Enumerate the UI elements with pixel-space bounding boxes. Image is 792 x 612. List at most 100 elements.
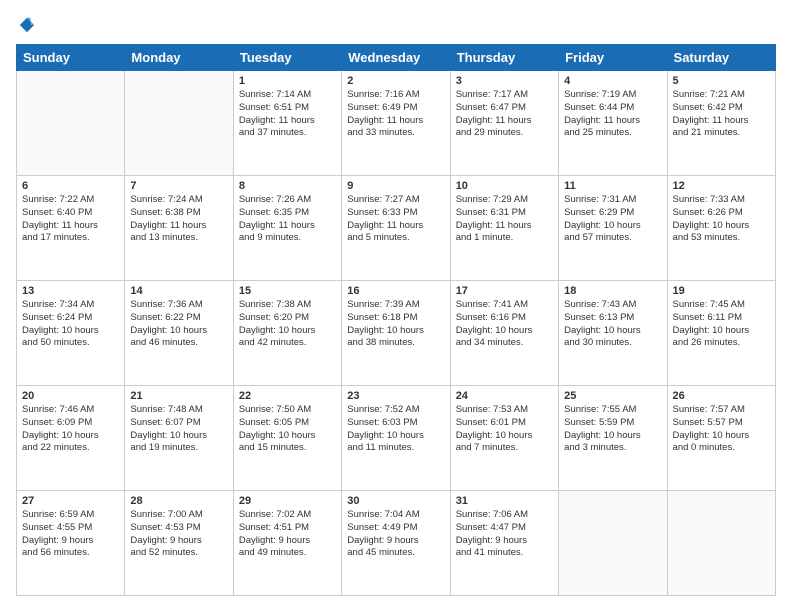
- day-number: 9: [347, 180, 444, 192]
- day-number: 26: [673, 390, 770, 402]
- weekday-header-saturday: Saturday: [667, 45, 775, 71]
- day-info: Sunrise: 7:34 AM Sunset: 6:24 PM Dayligh…: [22, 299, 119, 350]
- calendar-cell: 28 Sunrise: 7:00 AM Sunset: 4:53 PM Dayli…: [125, 491, 233, 596]
- day-info: Sunrise: 7:45 AM Sunset: 6:11 PM Dayligh…: [673, 299, 770, 350]
- calendar-cell: 18 Sunrise: 7:43 AM Sunset: 6:13 PM Dayli…: [559, 281, 667, 386]
- day-number: 14: [130, 285, 227, 297]
- day-info: Sunrise: 7:31 AM Sunset: 6:29 PM Dayligh…: [564, 194, 661, 245]
- day-number: 1: [239, 75, 336, 87]
- calendar-cell: 23Sunrise: 7:52 AM Sunset: 6:03 PM Dayli…: [342, 386, 450, 491]
- day-number: 19: [673, 285, 770, 297]
- day-number: 13: [22, 285, 119, 297]
- day-info: Sunrise: 6:59 AM Sunset: 4:55 PM Dayligh…: [22, 509, 119, 560]
- calendar-cell: [125, 71, 233, 176]
- day-number: 27: [22, 495, 119, 507]
- calendar-cell: 20 Sunrise: 7:46 AM Sunset: 6:09 PM Dayli…: [17, 386, 125, 491]
- calendar-week-3: 13 Sunrise: 7:34 AM Sunset: 6:24 PM Dayli…: [17, 281, 776, 386]
- day-info: Sunrise: 7:38 AM Sunset: 6:20 PM Dayligh…: [239, 299, 336, 350]
- day-info: Sunrise: 7:14 AM Sunset: 6:51 PM Dayligh…: [239, 89, 336, 140]
- day-info: Sunrise: 7:43 AM Sunset: 6:13 PM Dayligh…: [564, 299, 661, 350]
- day-info: Sunrise: 7:46 AM Sunset: 6:09 PM Dayligh…: [22, 404, 119, 455]
- weekday-header-tuesday: Tuesday: [233, 45, 341, 71]
- day-number: 25: [564, 390, 661, 402]
- calendar-cell: 7 Sunrise: 7:24 AM Sunset: 6:38 PM Daylig…: [125, 176, 233, 281]
- day-number: 29: [239, 495, 336, 507]
- day-info: Sunrise: 7:24 AM Sunset: 6:38 PM Dayligh…: [130, 194, 227, 245]
- calendar-cell: 26 Sunrise: 7:57 AM Sunset: 5:57 PM Dayli…: [667, 386, 775, 491]
- calendar-cell: 13 Sunrise: 7:34 AM Sunset: 6:24 PM Dayli…: [17, 281, 125, 386]
- calendar-cell: 4 Sunrise: 7:19 AM Sunset: 6:44 PM Daylig…: [559, 71, 667, 176]
- calendar-week-2: 6Sunrise: 7:22 AM Sunset: 6:40 PM Daylig…: [17, 176, 776, 281]
- day-info: Sunrise: 7:55 AM Sunset: 5:59 PM Dayligh…: [564, 404, 661, 455]
- day-info: Sunrise: 7:06 AM Sunset: 4:47 PM Dayligh…: [456, 509, 553, 560]
- calendar-cell: 24 Sunrise: 7:53 AM Sunset: 6:01 PM Dayli…: [450, 386, 558, 491]
- calendar-cell: [559, 491, 667, 596]
- day-info: Sunrise: 7:16 AM Sunset: 6:49 PM Dayligh…: [347, 89, 444, 140]
- day-number: 15: [239, 285, 336, 297]
- day-info: Sunrise: 7:22 AM Sunset: 6:40 PM Dayligh…: [22, 194, 119, 245]
- weekday-header-monday: Monday: [125, 45, 233, 71]
- calendar-cell: 31 Sunrise: 7:06 AM Sunset: 4:47 PM Dayli…: [450, 491, 558, 596]
- day-number: 17: [456, 285, 553, 297]
- weekday-header-wednesday: Wednesday: [342, 45, 450, 71]
- day-info: Sunrise: 7:33 AM Sunset: 6:26 PM Dayligh…: [673, 194, 770, 245]
- day-number: 10: [456, 180, 553, 192]
- calendar-cell: 8Sunrise: 7:26 AM Sunset: 6:35 PM Daylig…: [233, 176, 341, 281]
- day-number: 11: [564, 180, 661, 192]
- calendar-cell: 14Sunrise: 7:36 AM Sunset: 6:22 PM Dayli…: [125, 281, 233, 386]
- day-number: 31: [456, 495, 553, 507]
- calendar-cell: 30 Sunrise: 7:04 AM Sunset: 4:49 PM Dayli…: [342, 491, 450, 596]
- day-number: 4: [564, 75, 661, 87]
- day-number: 18: [564, 285, 661, 297]
- calendar-week-5: 27 Sunrise: 6:59 AM Sunset: 4:55 PM Dayli…: [17, 491, 776, 596]
- weekday-header-friday: Friday: [559, 45, 667, 71]
- day-number: 22: [239, 390, 336, 402]
- page-header: [16, 16, 776, 34]
- calendar-week-1: 1 Sunrise: 7:14 AM Sunset: 6:51 PM Daylig…: [17, 71, 776, 176]
- day-info: Sunrise: 7:26 AM Sunset: 6:35 PM Dayligh…: [239, 194, 336, 245]
- day-info: Sunrise: 7:19 AM Sunset: 6:44 PM Dayligh…: [564, 89, 661, 140]
- day-number: 3: [456, 75, 553, 87]
- day-info: Sunrise: 7:00 AM Sunset: 4:53 PM Dayligh…: [130, 509, 227, 560]
- calendar-cell: 22 Sunrise: 7:50 AM Sunset: 6:05 PM Dayli…: [233, 386, 341, 491]
- day-info: Sunrise: 7:02 AM Sunset: 4:51 PM Dayligh…: [239, 509, 336, 560]
- day-number: 20: [22, 390, 119, 402]
- day-info: Sunrise: 7:53 AM Sunset: 6:01 PM Dayligh…: [456, 404, 553, 455]
- calendar-cell: 15 Sunrise: 7:38 AM Sunset: 6:20 PM Dayli…: [233, 281, 341, 386]
- calendar-cell: [667, 491, 775, 596]
- calendar-cell: 5 Sunrise: 7:21 AM Sunset: 6:42 PM Daylig…: [667, 71, 775, 176]
- day-number: 7: [130, 180, 227, 192]
- calendar-cell: 9 Sunrise: 7:27 AM Sunset: 6:33 PM Daylig…: [342, 176, 450, 281]
- day-info: Sunrise: 7:50 AM Sunset: 6:05 PM Dayligh…: [239, 404, 336, 455]
- day-number: 24: [456, 390, 553, 402]
- day-number: 30: [347, 495, 444, 507]
- day-info: Sunrise: 7:48 AM Sunset: 6:07 PM Dayligh…: [130, 404, 227, 455]
- calendar-week-4: 20 Sunrise: 7:46 AM Sunset: 6:09 PM Dayli…: [17, 386, 776, 491]
- day-info: Sunrise: 7:04 AM Sunset: 4:49 PM Dayligh…: [347, 509, 444, 560]
- calendar-header-row: SundayMondayTuesdayWednesdayThursdayFrid…: [17, 45, 776, 71]
- day-number: 28: [130, 495, 227, 507]
- day-info: Sunrise: 7:17 AM Sunset: 6:47 PM Dayligh…: [456, 89, 553, 140]
- calendar-cell: 19 Sunrise: 7:45 AM Sunset: 6:11 PM Dayli…: [667, 281, 775, 386]
- calendar-cell: 17 Sunrise: 7:41 AM Sunset: 6:16 PM Dayli…: [450, 281, 558, 386]
- weekday-header-sunday: Sunday: [17, 45, 125, 71]
- calendar-cell: [17, 71, 125, 176]
- day-info: Sunrise: 7:21 AM Sunset: 6:42 PM Dayligh…: [673, 89, 770, 140]
- day-info: Sunrise: 7:39 AM Sunset: 6:18 PM Dayligh…: [347, 299, 444, 350]
- weekday-header-thursday: Thursday: [450, 45, 558, 71]
- day-info: Sunrise: 7:27 AM Sunset: 6:33 PM Dayligh…: [347, 194, 444, 245]
- day-number: 23: [347, 390, 444, 402]
- day-info: Sunrise: 7:41 AM Sunset: 6:16 PM Dayligh…: [456, 299, 553, 350]
- calendar-cell: 1 Sunrise: 7:14 AM Sunset: 6:51 PM Daylig…: [233, 71, 341, 176]
- day-number: 5: [673, 75, 770, 87]
- day-number: 16: [347, 285, 444, 297]
- calendar-cell: 27 Sunrise: 6:59 AM Sunset: 4:55 PM Dayli…: [17, 491, 125, 596]
- calendar-cell: 6Sunrise: 7:22 AM Sunset: 6:40 PM Daylig…: [17, 176, 125, 281]
- day-number: 21: [130, 390, 227, 402]
- calendar-table: SundayMondayTuesdayWednesdayThursdayFrid…: [16, 44, 776, 596]
- calendar-cell: 2Sunrise: 7:16 AM Sunset: 6:49 PM Daylig…: [342, 71, 450, 176]
- day-info: Sunrise: 7:57 AM Sunset: 5:57 PM Dayligh…: [673, 404, 770, 455]
- calendar-cell: 16 Sunrise: 7:39 AM Sunset: 6:18 PM Dayli…: [342, 281, 450, 386]
- calendar-cell: 12Sunrise: 7:33 AM Sunset: 6:26 PM Dayli…: [667, 176, 775, 281]
- logo: [16, 16, 36, 34]
